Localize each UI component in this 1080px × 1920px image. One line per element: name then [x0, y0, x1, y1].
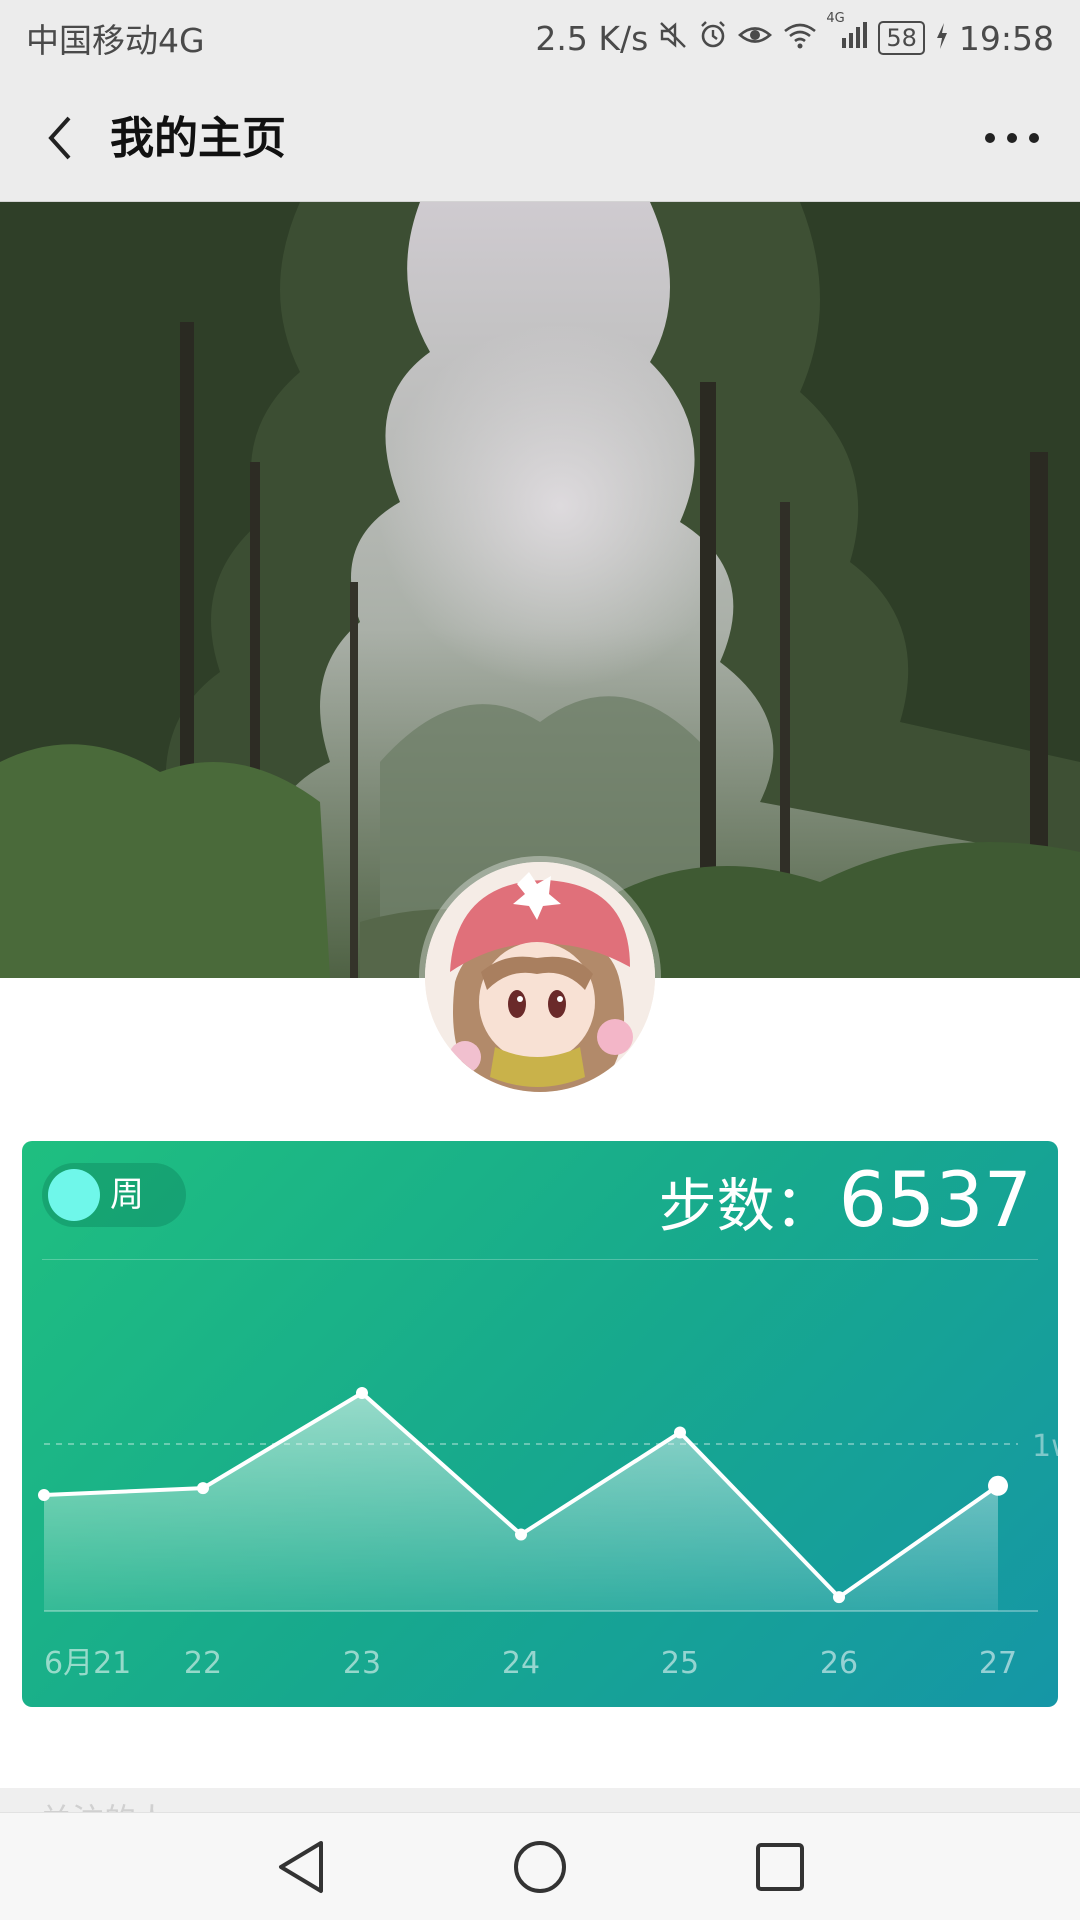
area-fill [44, 1393, 998, 1611]
data-point-23 [356, 1387, 368, 1400]
signal-icon: 4G [826, 11, 868, 58]
more-button[interactable] [972, 103, 1052, 173]
nav-back-icon [279, 1841, 323, 1893]
chevron-left-icon [48, 116, 71, 160]
data-point-27 [988, 1475, 1008, 1496]
nav-recents-icon [756, 1843, 804, 1891]
x-tick-label: 25 [661, 1646, 699, 1681]
section-peek-label: 关注的人 [40, 1800, 168, 1812]
step-card: 周 步数： 6537 1w6月21222324252627 [22, 1141, 1058, 1707]
eye-icon [738, 19, 773, 58]
status-indicators: 2.5 K/s 4G 58 19:58 [535, 11, 1054, 58]
steps-chart: 1w 6月21 22 23 24 25 26 27 [38, 1387, 1058, 1681]
battery-level: 58 [886, 24, 917, 52]
navigation-bar [0, 1812, 1080, 1920]
page-title: 我的主页 [110, 113, 286, 164]
data-point-22 [197, 1482, 209, 1495]
carrier-label: 中国移动4G [26, 21, 205, 60]
mute-icon [658, 19, 688, 58]
data-point-25 [674, 1426, 686, 1439]
x-tick-label: 26 [820, 1646, 858, 1681]
nav-back-button[interactable] [265, 1831, 337, 1903]
nav-home-button[interactable] [504, 1831, 576, 1903]
back-button[interactable] [26, 103, 96, 173]
x-tick-label: 23 [343, 1646, 381, 1681]
status-bar: 中国移动4G 2.5 K/s 4G 58 19:58 [0, 0, 1080, 76]
nav-home-icon [514, 1841, 566, 1893]
app-bar: 我的主页 [0, 76, 1080, 202]
x-tick-label: 6月21 [44, 1646, 131, 1681]
data-point-24 [515, 1528, 527, 1541]
wifi-icon [782, 19, 818, 58]
data-point-6月21 [38, 1489, 50, 1502]
net-speed: 2.5 K/s [535, 18, 649, 58]
x-tick-label: 24 [502, 1646, 540, 1681]
battery-icon: 58 [878, 21, 925, 55]
anime-avatar [425, 862, 655, 1092]
more-dots-icon [985, 133, 1039, 143]
x-tick-label: 22 [184, 1646, 222, 1681]
charging-icon [935, 19, 949, 58]
data-point-26 [833, 1591, 845, 1604]
reference-line-label: 1w [1032, 1429, 1058, 1464]
nav-recents-button[interactable] [744, 1831, 816, 1903]
x-tick-label: 27 [979, 1646, 1017, 1681]
alarm-icon [698, 19, 728, 58]
network-badge: 4G [826, 10, 845, 26]
avatar[interactable] [425, 862, 655, 1092]
clock: 19:58 [958, 18, 1054, 58]
